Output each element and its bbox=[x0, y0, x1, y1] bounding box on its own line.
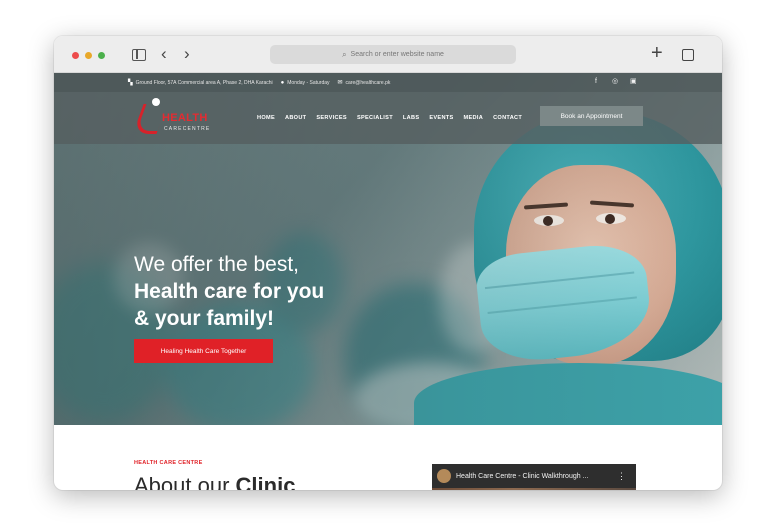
hours-info: ● Monday - Saturday bbox=[281, 80, 330, 86]
maximize-window-button[interactable] bbox=[98, 52, 105, 59]
sidebar-toggle-icon[interactable] bbox=[132, 49, 146, 61]
nav-item-media[interactable]: MEDIA bbox=[464, 115, 484, 121]
nav-item-contact[interactable]: CONTACT bbox=[493, 115, 522, 121]
logo-subtitle: CARECENTRE bbox=[164, 126, 211, 132]
about-kicker: HEALTH CARE CENTRE bbox=[134, 460, 203, 466]
video-title: Health Care Centre - Clinic Walkthrough … bbox=[456, 473, 589, 480]
address-info: ▚ Ground Floor, 57A Commercial area A, P… bbox=[128, 79, 273, 87]
nav-item-services[interactable]: SERVICES bbox=[316, 115, 347, 121]
browser-toolbar: ‹ › ⌕ Search or enter website name + bbox=[54, 36, 722, 73]
map-icon: ▚ bbox=[128, 80, 133, 86]
logo-wordmark: HEALTH bbox=[162, 112, 208, 124]
hours-text: Monday - Saturday bbox=[287, 79, 330, 86]
healing-health-care-button[interactable]: Healing Health Care Together bbox=[134, 339, 273, 363]
facebook-icon[interactable]: f bbox=[595, 77, 597, 87]
nav-item-specialist[interactable]: SPECIALIST bbox=[357, 115, 393, 121]
hero-line-3: & your family! bbox=[134, 307, 275, 330]
forward-arrow-icon[interactable]: › bbox=[184, 45, 190, 63]
email-info[interactable]: ✉ care@healthcare.pk bbox=[337, 79, 391, 87]
clock-icon: ● bbox=[280, 79, 285, 86]
instagram-icon[interactable]: ◎ bbox=[612, 77, 618, 87]
video-embed[interactable]: Health Care Centre - Clinic Walkthrough … bbox=[432, 464, 636, 490]
email-text: care@healthcare.pk bbox=[345, 79, 391, 86]
minimize-window-button[interactable] bbox=[85, 52, 92, 59]
logo-figure-head bbox=[152, 98, 160, 106]
about-title-bold: Clinic bbox=[235, 473, 296, 490]
youtube-icon[interactable]: ▣ bbox=[630, 77, 637, 87]
about-title-light: About our bbox=[134, 473, 230, 490]
search-icon: ⌕ bbox=[342, 49, 347, 59]
new-tab-plus-icon[interactable]: + bbox=[651, 43, 663, 63]
nav-item-events[interactable]: EVENTS bbox=[429, 115, 453, 121]
close-window-button[interactable] bbox=[72, 52, 79, 59]
site-logo[interactable]: HEALTH CARECENTRE bbox=[132, 96, 216, 140]
about-title: About our Clinic bbox=[134, 473, 295, 490]
nav-item-labs[interactable]: LABS bbox=[403, 115, 419, 121]
top-info-bar: ▚ Ground Floor, 57A Commercial area A, P… bbox=[54, 73, 722, 92]
tab-overview-icon[interactable] bbox=[678, 49, 694, 67]
back-arrow-icon[interactable]: ‹ bbox=[161, 45, 167, 63]
address-bar[interactable]: ⌕ Search or enter website name bbox=[270, 45, 516, 64]
video-thumbnail bbox=[432, 488, 636, 490]
address-text: Ground Floor, 57A Commercial area A, Pha… bbox=[135, 79, 273, 86]
envelope-icon: ✉ bbox=[337, 80, 343, 86]
channel-avatar bbox=[437, 469, 451, 483]
nav-item-about[interactable]: ABOUT bbox=[285, 115, 306, 121]
browser-window: ‹ › ⌕ Search or enter website name + ▚ G… bbox=[54, 36, 722, 490]
hero-line-1: We offer the best, bbox=[134, 253, 299, 276]
hero-section: ▚ Ground Floor, 57A Commercial area A, P… bbox=[54, 73, 722, 425]
book-appointment-button[interactable]: Book an Appointment bbox=[540, 106, 643, 126]
hero-line-2: Health care for you bbox=[134, 280, 325, 303]
address-bar-placeholder: Search or enter website name bbox=[350, 51, 444, 58]
hero-headline: We offer the best, Health care for you &… bbox=[134, 251, 324, 332]
main-nav: HOME ABOUT SERVICES SPECIALIST LABS EVEN… bbox=[257, 115, 532, 121]
site-header: HEALTH CARECENTRE HOME ABOUT SERVICES SP… bbox=[54, 92, 722, 144]
more-options-icon[interactable]: ⋮ bbox=[617, 471, 626, 482]
nav-item-home[interactable]: HOME bbox=[257, 115, 275, 121]
